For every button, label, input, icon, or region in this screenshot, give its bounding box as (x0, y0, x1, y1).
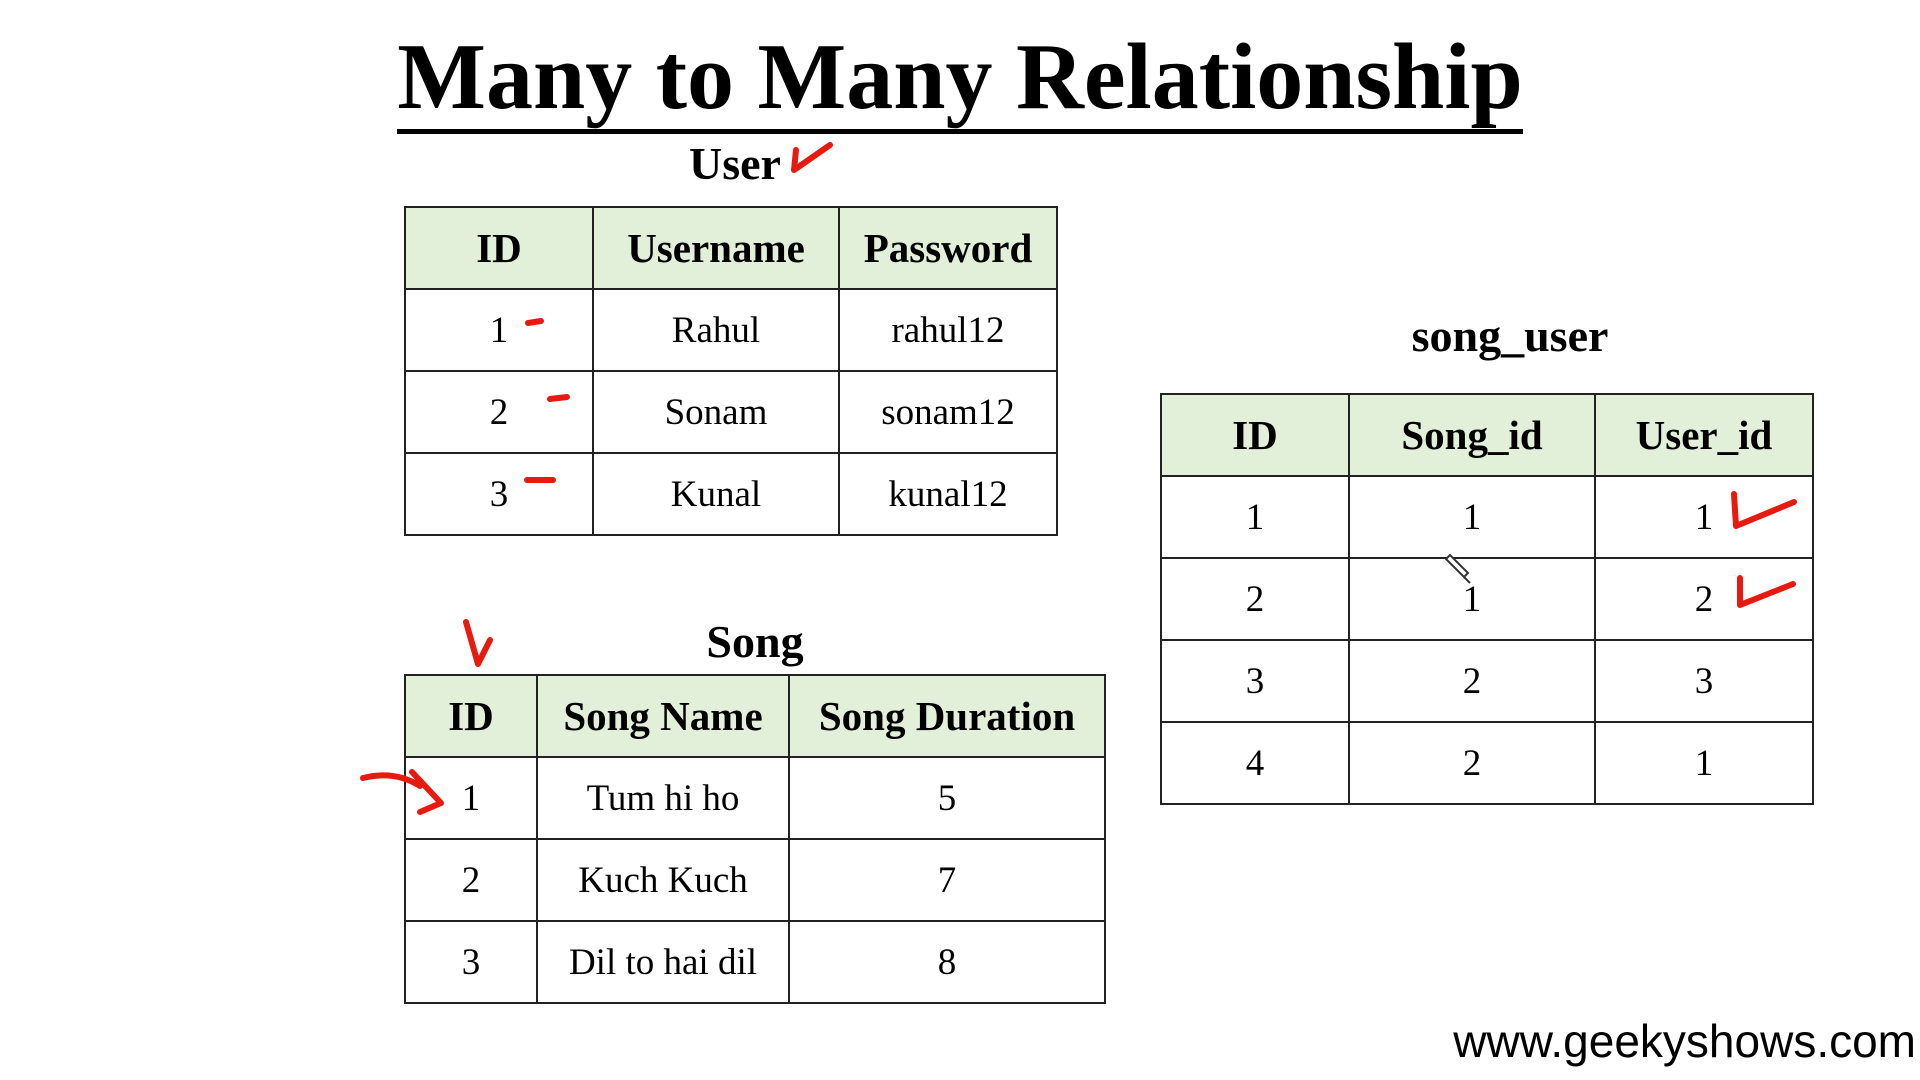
table-cell: Tum hi ho (536, 756, 790, 840)
column-header: Username (592, 206, 840, 290)
table-cell: 1 (1594, 721, 1814, 805)
table-cell: 3 (404, 452, 594, 536)
song-table-caption: Song (706, 616, 804, 667)
column-header: Song_id (1348, 393, 1596, 477)
table-cell: Dil to hai dil (536, 920, 790, 1004)
song-user-table: ID Song_id User_id 1 1 1 2 1 2 3 2 3 4 2… (1160, 393, 1814, 805)
user-table: ID Username Password 1 Rahul rahul12 2 S… (404, 206, 1058, 536)
down-arrow-song-id (463, 619, 493, 667)
table-cell: 4 (1160, 721, 1350, 805)
table-cell: 3 (1594, 639, 1814, 723)
table-cell: 2 (1348, 639, 1596, 723)
table-cell: Kuch Kuch (536, 838, 790, 922)
table-header-row: ID Username Password (404, 206, 1058, 290)
user-table-caption: User (689, 138, 781, 189)
table-cell: 2 (1348, 721, 1596, 805)
table-row: 2 Sonam sonam12 (404, 370, 1058, 454)
table-row: 2 Kuch Kuch 7 (404, 838, 1106, 922)
table-cell: 5 (788, 756, 1106, 840)
column-header: User_id (1594, 393, 1814, 477)
table-cell: Rahul (592, 288, 840, 372)
song-user-table-caption: song_user (1411, 310, 1609, 361)
table-row: 2 1 2 (1160, 557, 1814, 641)
table-cell: 1 (1160, 475, 1350, 559)
table-cell: sonam12 (838, 370, 1058, 454)
column-header: ID (404, 674, 538, 758)
table-row: 3 Dil to hai dil 8 (404, 920, 1106, 1004)
table-cell: 2 (1160, 557, 1350, 641)
column-header: ID (1160, 393, 1350, 477)
table-cell: Kunal (592, 452, 840, 536)
table-cell: 8 (788, 920, 1106, 1004)
table-row: 3 Kunal kunal12 (404, 452, 1058, 536)
table-cell: 1 (404, 288, 594, 372)
table-header-row: ID Song_id User_id (1160, 393, 1814, 477)
table-row: 4 2 1 (1160, 721, 1814, 805)
page-title: Many to Many Relationship (0, 22, 1920, 134)
table-cell: 3 (404, 920, 538, 1004)
table-cell: 2 (404, 370, 594, 454)
table-row: 1 Tum hi ho 5 (404, 756, 1106, 840)
table-row: 1 Rahul rahul12 (404, 288, 1058, 372)
table-cell: 3 (1160, 639, 1350, 723)
table-cell: 7 (788, 838, 1106, 922)
table-header-row: ID Song Name Song Duration (404, 674, 1106, 758)
table-cell: 2 (1594, 557, 1814, 641)
table-row: 3 2 3 (1160, 639, 1814, 723)
table-cell: 1 (1594, 475, 1814, 559)
song-table: ID Song Name Song Duration 1 Tum hi ho 5… (404, 674, 1106, 1004)
table-cell: 2 (404, 838, 538, 922)
column-header: Song Name (536, 674, 790, 758)
table-cell: kunal12 (838, 452, 1058, 536)
table-row: 1 1 1 (1160, 475, 1814, 559)
table-cell: 1 (1348, 475, 1596, 559)
column-header: Password (838, 206, 1058, 290)
table-cell: rahul12 (838, 288, 1058, 372)
table-cell: 1 (404, 756, 538, 840)
table-cell: Sonam (592, 370, 840, 454)
pen-cursor-icon (1444, 553, 1471, 584)
column-header: ID (404, 206, 594, 290)
footer-website: www.geekyshows.com (1453, 1015, 1916, 1067)
column-header: Song Duration (788, 674, 1106, 758)
page-title-text: Many to Many Relationship (397, 25, 1523, 134)
